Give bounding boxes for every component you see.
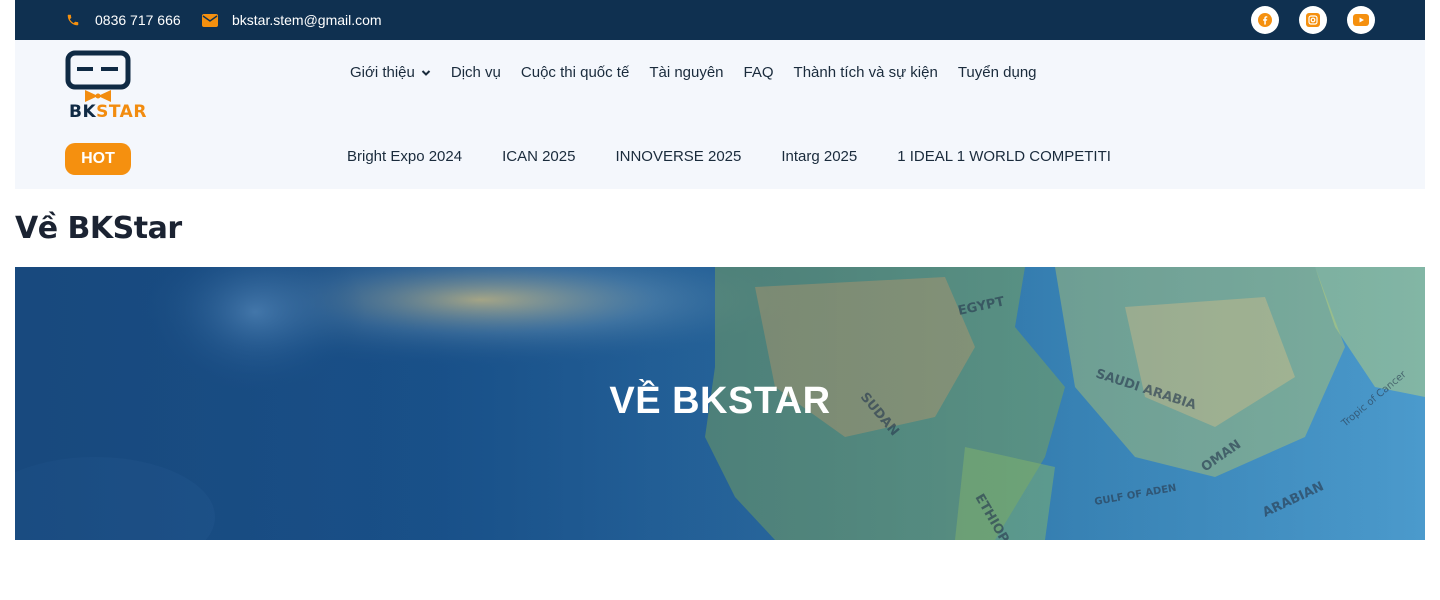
instagram-icon	[1306, 13, 1320, 27]
phone-contact[interactable]: 0836 717 666	[65, 0, 181, 40]
nav-item-cuoc-thi-quoc-te[interactable]: Cuộc thi quốc tế	[521, 64, 629, 81]
logo-wordmark: BKSTAR	[69, 102, 147, 122]
instagram-link[interactable]	[1299, 6, 1327, 34]
ticker-item[interactable]: ICAN 2025	[502, 148, 575, 165]
phone-number: 0836 717 666	[95, 12, 181, 28]
youtube-icon	[1353, 14, 1369, 26]
main-navigation: Giới thiệu Dịch vụ Cuộc thi quốc tế Tài …	[350, 64, 1057, 81]
nav-item-tuyen-dung[interactable]: Tuyển dụng	[958, 64, 1037, 81]
top-bar: 0836 717 666 bkstar.stem@gmail.com	[15, 0, 1425, 40]
ticker-item[interactable]: 1 IDEAL 1 WORLD COMPETITI	[897, 148, 1111, 165]
hot-ticker: Bright Expo 2024 ICAN 2025 INNOVERSE 202…	[345, 140, 1115, 180]
nav-item-thanh-tich[interactable]: Thành tích và sự kiện	[794, 64, 938, 81]
facebook-link[interactable]	[1251, 6, 1279, 34]
page-title: Về BKStar	[15, 211, 182, 246]
ticker-item[interactable]: INNOVERSE 2025	[615, 148, 741, 165]
hot-badge: HOT	[65, 143, 131, 175]
banner-title: VỀ BKSTAR	[609, 380, 831, 422]
hero-banner: EGYPT SUDAN SAUDI ARABIA ETHIOPIA OMAN G…	[15, 267, 1425, 540]
chevron-down-icon	[421, 68, 431, 78]
youtube-link[interactable]	[1347, 6, 1375, 34]
email-address: bkstar.stem@gmail.com	[232, 12, 382, 28]
nav-item-faq[interactable]: FAQ	[744, 64, 774, 81]
phone-icon	[65, 12, 81, 28]
email-contact[interactable]: bkstar.stem@gmail.com	[202, 0, 382, 40]
nav-item-tai-nguyen[interactable]: Tài nguyên	[649, 64, 723, 81]
social-links	[1251, 6, 1375, 34]
facebook-icon	[1258, 13, 1272, 27]
envelope-icon	[202, 12, 218, 28]
ticker-item[interactable]: Intarg 2025	[781, 148, 857, 165]
ticker-item[interactable]: Bright Expo 2024	[347, 148, 462, 165]
site-header: BKSTAR Giới thiệu Dịch vụ Cuộc thi quốc …	[15, 40, 1425, 189]
nav-item-gioi-thieu[interactable]: Giới thiệu	[350, 64, 431, 81]
nav-item-dich-vu[interactable]: Dịch vụ	[451, 64, 501, 81]
